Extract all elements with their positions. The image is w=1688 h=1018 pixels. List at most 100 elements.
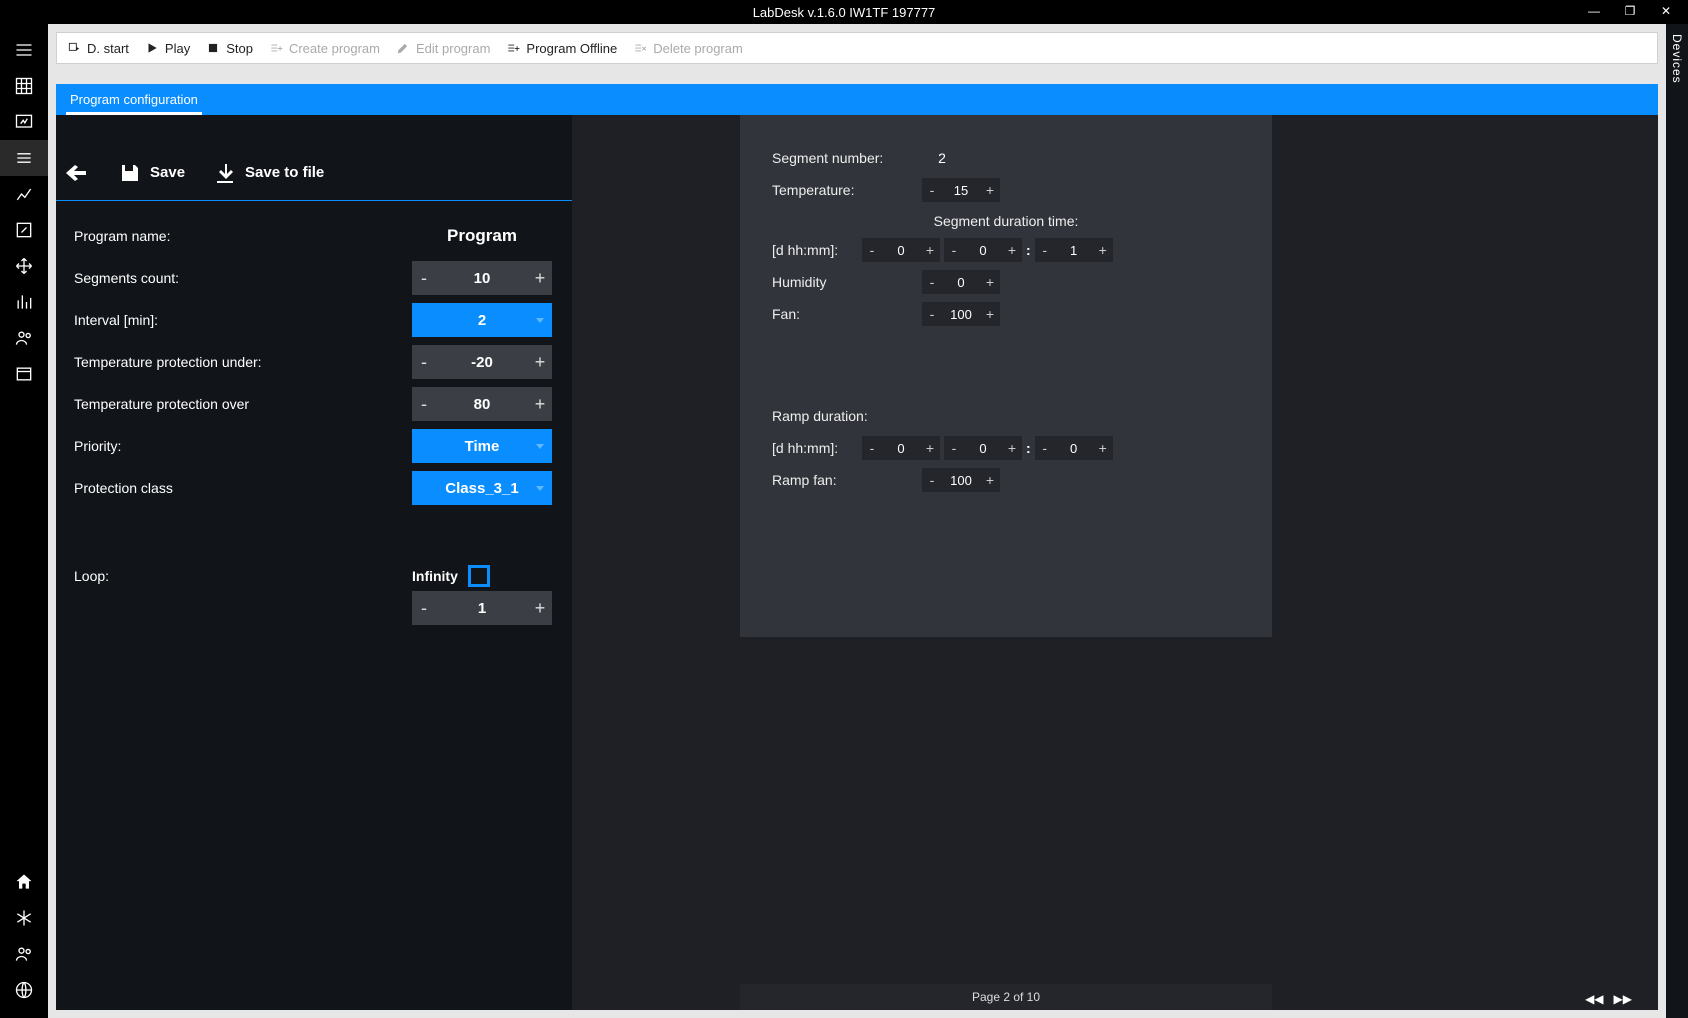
interval-value: 2	[478, 312, 486, 329]
tab-bar: Program configuration	[56, 84, 1658, 114]
ramp-minutes-minus[interactable]: -	[1035, 440, 1055, 456]
ramp-days-plus[interactable]: +	[920, 440, 940, 456]
ramp-minutes-plus[interactable]: +	[1093, 440, 1113, 456]
humidity-plus[interactable]: +	[980, 274, 1000, 290]
save-button[interactable]: Save	[118, 161, 185, 185]
nav-program[interactable]	[0, 140, 48, 176]
temperature-stepper[interactable]: - 15 +	[922, 178, 1000, 202]
duration-minutes-minus[interactable]: -	[1035, 242, 1055, 258]
segments-count-minus[interactable]: -	[412, 261, 436, 295]
toolbar-stop-button[interactable]: Stop	[206, 41, 253, 56]
ramp-fan-plus[interactable]: +	[980, 472, 1000, 488]
duration-hours-plus[interactable]: +	[1002, 242, 1022, 258]
ramp-hours-stepper[interactable]: - 0 +	[944, 436, 1022, 460]
nav-people[interactable]	[0, 320, 48, 356]
nav-snow[interactable]	[0, 900, 48, 936]
duration-days-value[interactable]: 0	[882, 243, 920, 258]
temp-over-stepper[interactable]: - 80 +	[412, 387, 552, 421]
nav-chart[interactable]	[0, 176, 48, 212]
duration-days-plus[interactable]: +	[920, 242, 940, 258]
program-name-label: Program name:	[74, 228, 412, 244]
duration-hours-stepper[interactable]: - 0 +	[944, 238, 1022, 262]
temperature-value[interactable]: 15	[942, 183, 980, 198]
humidity-minus[interactable]: -	[922, 274, 942, 290]
back-button[interactable]	[66, 161, 90, 185]
toolbar-d-start-button[interactable]: D. start	[67, 41, 129, 56]
temp-under-plus[interactable]: +	[528, 345, 552, 379]
globe-icon	[14, 980, 34, 1000]
temp-under-minus[interactable]: -	[412, 345, 436, 379]
nav-edit[interactable]	[0, 212, 48, 248]
ramp-fan-label: Ramp fan:	[772, 472, 922, 488]
duration-minutes-stepper[interactable]: - 1 +	[1035, 238, 1113, 262]
duration-minutes-plus[interactable]: +	[1093, 242, 1113, 258]
duration-days-minus[interactable]: -	[862, 242, 882, 258]
segments-count-stepper[interactable]: - 10 +	[412, 261, 552, 295]
segments-count-value[interactable]: 10	[436, 261, 528, 295]
pager-next-button[interactable]: ▶▶	[1614, 992, 1632, 1006]
users-icon	[14, 944, 34, 964]
ramp-hours-plus[interactable]: +	[1002, 440, 1022, 456]
pager-prev-button[interactable]: ◀◀	[1585, 992, 1603, 1006]
temperature-plus[interactable]: +	[980, 182, 1000, 198]
lines-icon	[14, 148, 34, 168]
nav-move[interactable]	[0, 248, 48, 284]
duration-hours-minus[interactable]: -	[944, 242, 964, 258]
temp-over-minus[interactable]: -	[412, 387, 436, 421]
save-to-file-button[interactable]: Save to file	[213, 161, 324, 185]
nav-users[interactable]	[0, 936, 48, 972]
nav-menu[interactable]	[0, 32, 48, 68]
ramp-fan-minus[interactable]: -	[922, 472, 942, 488]
ramp-fan-stepper[interactable]: - 100 +	[922, 468, 1000, 492]
ramp-days-stepper[interactable]: - 0 +	[862, 436, 940, 460]
priority-select[interactable]: Time	[412, 429, 552, 463]
nav-bars[interactable]	[0, 284, 48, 320]
window-minimize-button[interactable]: —	[1576, 0, 1612, 22]
humidity-value[interactable]: 0	[942, 275, 980, 290]
nav-grid[interactable]	[0, 68, 48, 104]
nav-home[interactable]	[0, 864, 48, 900]
delete-program-icon	[633, 41, 647, 55]
duration-minutes-value[interactable]: 1	[1055, 243, 1093, 258]
window-close-button[interactable]: ✕	[1648, 0, 1684, 22]
interval-select[interactable]: 2	[412, 303, 552, 337]
ramp-fan-value[interactable]: 100	[942, 473, 980, 488]
loop-stepper[interactable]: - 1 +	[412, 591, 552, 625]
protection-class-select[interactable]: Class_3_1	[412, 471, 552, 505]
ramp-days-minus[interactable]: -	[862, 440, 882, 456]
infinity-checkbox[interactable]	[468, 565, 490, 587]
temp-under-value[interactable]: -20	[436, 345, 528, 379]
fan-plus[interactable]: +	[980, 306, 1000, 322]
protection-class-value: Class_3_1	[445, 480, 518, 497]
temp-over-plus[interactable]: +	[528, 387, 552, 421]
loop-plus[interactable]: +	[528, 591, 552, 625]
duration-hours-value[interactable]: 0	[964, 243, 1002, 258]
duration-days-stepper[interactable]: - 0 +	[862, 238, 940, 262]
tab-program-configuration[interactable]: Program configuration	[66, 84, 202, 114]
temperature-minus[interactable]: -	[922, 182, 942, 198]
fan-value[interactable]: 100	[942, 307, 980, 322]
devices-panel-collapsed[interactable]: Devices	[1666, 24, 1688, 1018]
program-name-value[interactable]: Program	[412, 226, 552, 246]
ramp-minutes-value[interactable]: 0	[1055, 441, 1093, 456]
humidity-stepper[interactable]: - 0 +	[922, 270, 1000, 294]
ramp-hours-value[interactable]: 0	[964, 441, 1002, 456]
window-maximize-button[interactable]: ❐	[1612, 0, 1648, 22]
fan-minus[interactable]: -	[922, 306, 942, 322]
loop-minus[interactable]: -	[412, 591, 436, 625]
nav-window[interactable]	[0, 356, 48, 392]
loop-value[interactable]: 1	[436, 591, 528, 625]
fan-stepper[interactable]: - 100 +	[922, 302, 1000, 326]
ramp-hours-minus[interactable]: -	[944, 440, 964, 456]
priority-label: Priority:	[74, 438, 412, 454]
ramp-days-value[interactable]: 0	[882, 441, 920, 456]
nav-globe[interactable]	[0, 972, 48, 1008]
temp-under-stepper[interactable]: - -20 +	[412, 345, 552, 379]
toolbar-play-button[interactable]: Play	[145, 41, 190, 56]
nav-monitor[interactable]	[0, 104, 48, 140]
ramp-minutes-stepper[interactable]: - 0 +	[1035, 436, 1113, 460]
temp-over-value[interactable]: 80	[436, 387, 528, 421]
toolbar-d-start-label: D. start	[87, 41, 129, 56]
toolbar-program-offline-button[interactable]: Program Offline	[506, 41, 617, 56]
segments-count-plus[interactable]: +	[528, 261, 552, 295]
